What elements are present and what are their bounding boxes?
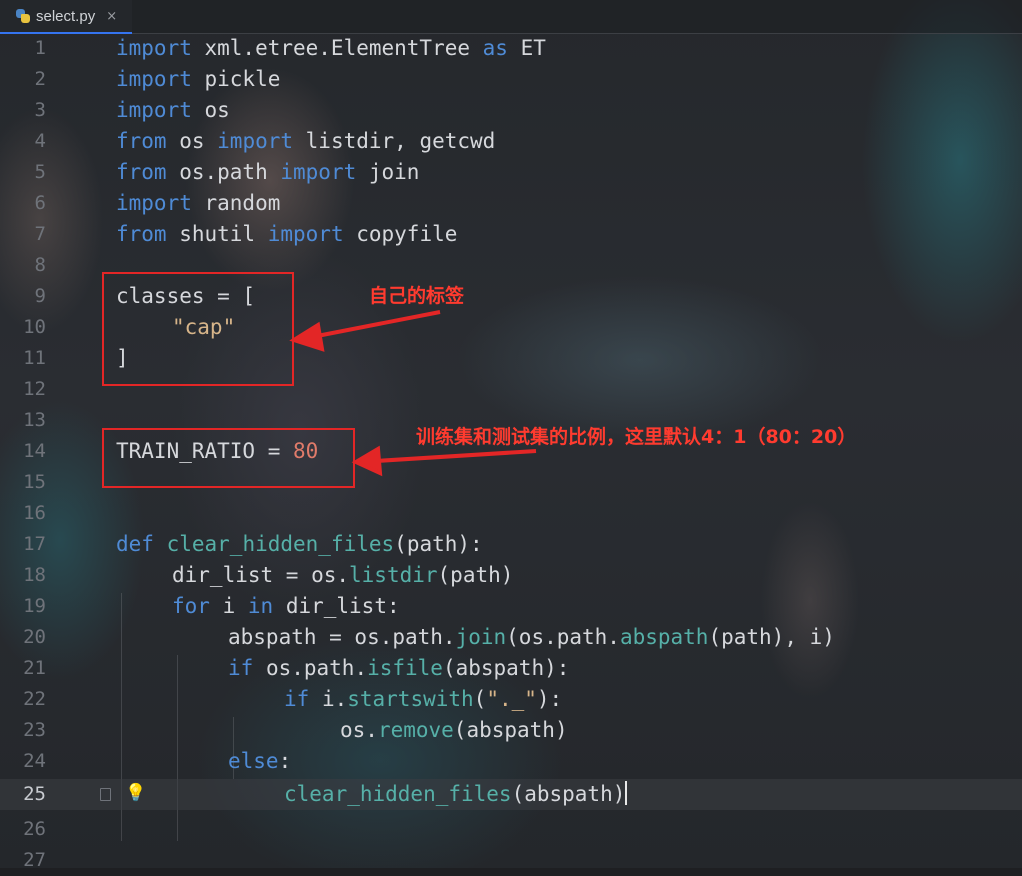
arrow-head-ratio (351, 445, 383, 477)
arrow-line-labels (311, 310, 441, 339)
arrow-head-labels (289, 321, 325, 352)
label-annotation: 自己的标签 (369, 285, 465, 307)
arrow-line-ratio (375, 449, 537, 463)
ratio-annotation: 训练集和测试集的比例，这里默认4：1（80：20） (416, 426, 857, 448)
